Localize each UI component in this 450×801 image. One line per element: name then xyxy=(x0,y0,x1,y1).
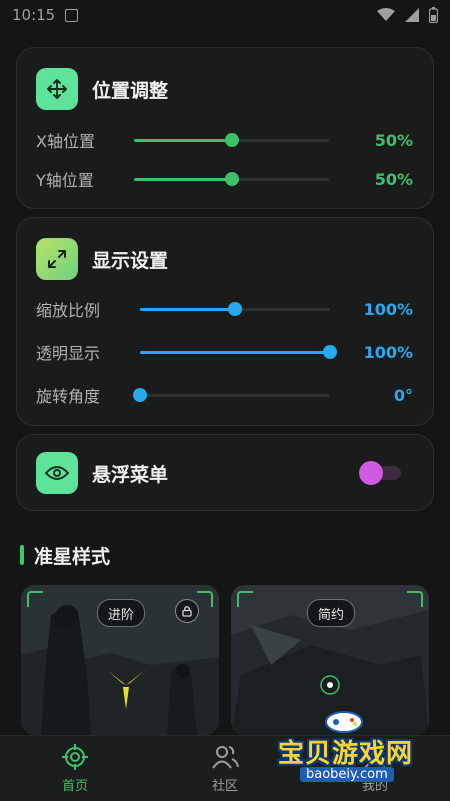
display-card: 显示设置 缩放比例 100% 透明显示 100% 旋转角度 0° xyxy=(16,217,434,426)
position-card: 位置调整 X轴位置 50% Y轴位置 50% xyxy=(16,47,434,209)
opacity-value: 100% xyxy=(363,342,413,362)
toggle-knob xyxy=(359,461,383,485)
section-accent-bar xyxy=(20,545,24,565)
signal-icon xyxy=(405,8,419,22)
slider-thumb[interactable] xyxy=(323,345,337,359)
battery-icon xyxy=(429,7,438,23)
x-position-row: X轴位置 50% xyxy=(36,125,413,155)
position-card-title: 位置调整 xyxy=(92,79,169,102)
wifi-icon xyxy=(377,8,395,21)
tab-community-label: 社区 xyxy=(211,779,238,794)
x-position-slider[interactable] xyxy=(134,133,329,147)
frame-corner xyxy=(197,591,213,607)
x-position-label: X轴位置 xyxy=(36,132,95,151)
watermark-logo: 宝贝游戏网 baobeiy.com xyxy=(278,705,446,795)
rotation-label: 旋转角度 xyxy=(36,387,101,406)
slider-thumb[interactable] xyxy=(228,302,242,316)
frame-corner xyxy=(407,591,423,607)
lock-icon xyxy=(175,599,199,623)
rotation-slider[interactable] xyxy=(133,388,330,402)
y-position-slider[interactable] xyxy=(134,172,329,186)
move-arrows-icon xyxy=(36,68,78,110)
slider-fill xyxy=(140,308,235,311)
watermark-url: baobeiy.com xyxy=(300,767,394,782)
scale-slider[interactable] xyxy=(140,302,330,316)
opacity-slider[interactable] xyxy=(140,345,337,359)
tab-community[interactable]: 社区 xyxy=(165,736,285,801)
rotation-row: 旋转角度 0° xyxy=(36,380,413,410)
slider-thumb[interactable] xyxy=(133,388,147,402)
y-position-value: 50% xyxy=(374,169,413,189)
notification-icon xyxy=(65,8,79,22)
opacity-row: 透明显示 100% xyxy=(36,337,413,367)
float-menu-toggle[interactable] xyxy=(359,461,401,485)
tab-home[interactable]: 首页 xyxy=(15,736,135,801)
watermark-title: 宝贝游戏网 xyxy=(278,739,414,769)
simple-tag: 简约 xyxy=(307,599,356,627)
y-position-row: Y轴位置 50% xyxy=(36,164,413,194)
scale-row: 缩放比例 100% xyxy=(36,294,413,324)
tab-home-label: 首页 xyxy=(61,779,88,794)
crosshair-section-header: 准星样式 xyxy=(20,542,110,568)
crosshair-preview-advanced[interactable]: 进阶 xyxy=(21,585,219,735)
y-position-label: Y轴位置 xyxy=(36,171,94,190)
x-position-value: 50% xyxy=(374,130,413,150)
status-time: 10:15 xyxy=(12,6,56,24)
display-card-title: 显示设置 xyxy=(92,249,169,272)
status-bar: 10:15 xyxy=(0,0,450,30)
frame-corner xyxy=(27,591,43,607)
float-menu-card: 悬浮菜单 xyxy=(16,434,434,511)
expand-arrows-icon xyxy=(36,238,78,280)
gamepad-icon xyxy=(325,711,363,733)
frame-corner xyxy=(237,591,253,607)
slider-thumb[interactable] xyxy=(224,172,239,186)
crosshair-section-title: 准星样式 xyxy=(34,545,111,568)
scale-label: 缩放比例 xyxy=(36,301,101,320)
slider-fill xyxy=(134,178,232,181)
opacity-label: 透明显示 xyxy=(36,344,101,363)
crosshair-target-icon xyxy=(62,744,88,770)
users-icon xyxy=(212,746,239,769)
scale-value: 100% xyxy=(363,299,413,319)
float-menu-title: 悬浮菜单 xyxy=(92,463,169,486)
slider-fill xyxy=(140,351,330,354)
slider-thumb[interactable] xyxy=(224,133,239,147)
slider-fill xyxy=(134,139,232,142)
rotation-value: 0° xyxy=(393,385,413,405)
eye-icon xyxy=(36,452,78,494)
advanced-tag: 进阶 xyxy=(97,599,146,627)
